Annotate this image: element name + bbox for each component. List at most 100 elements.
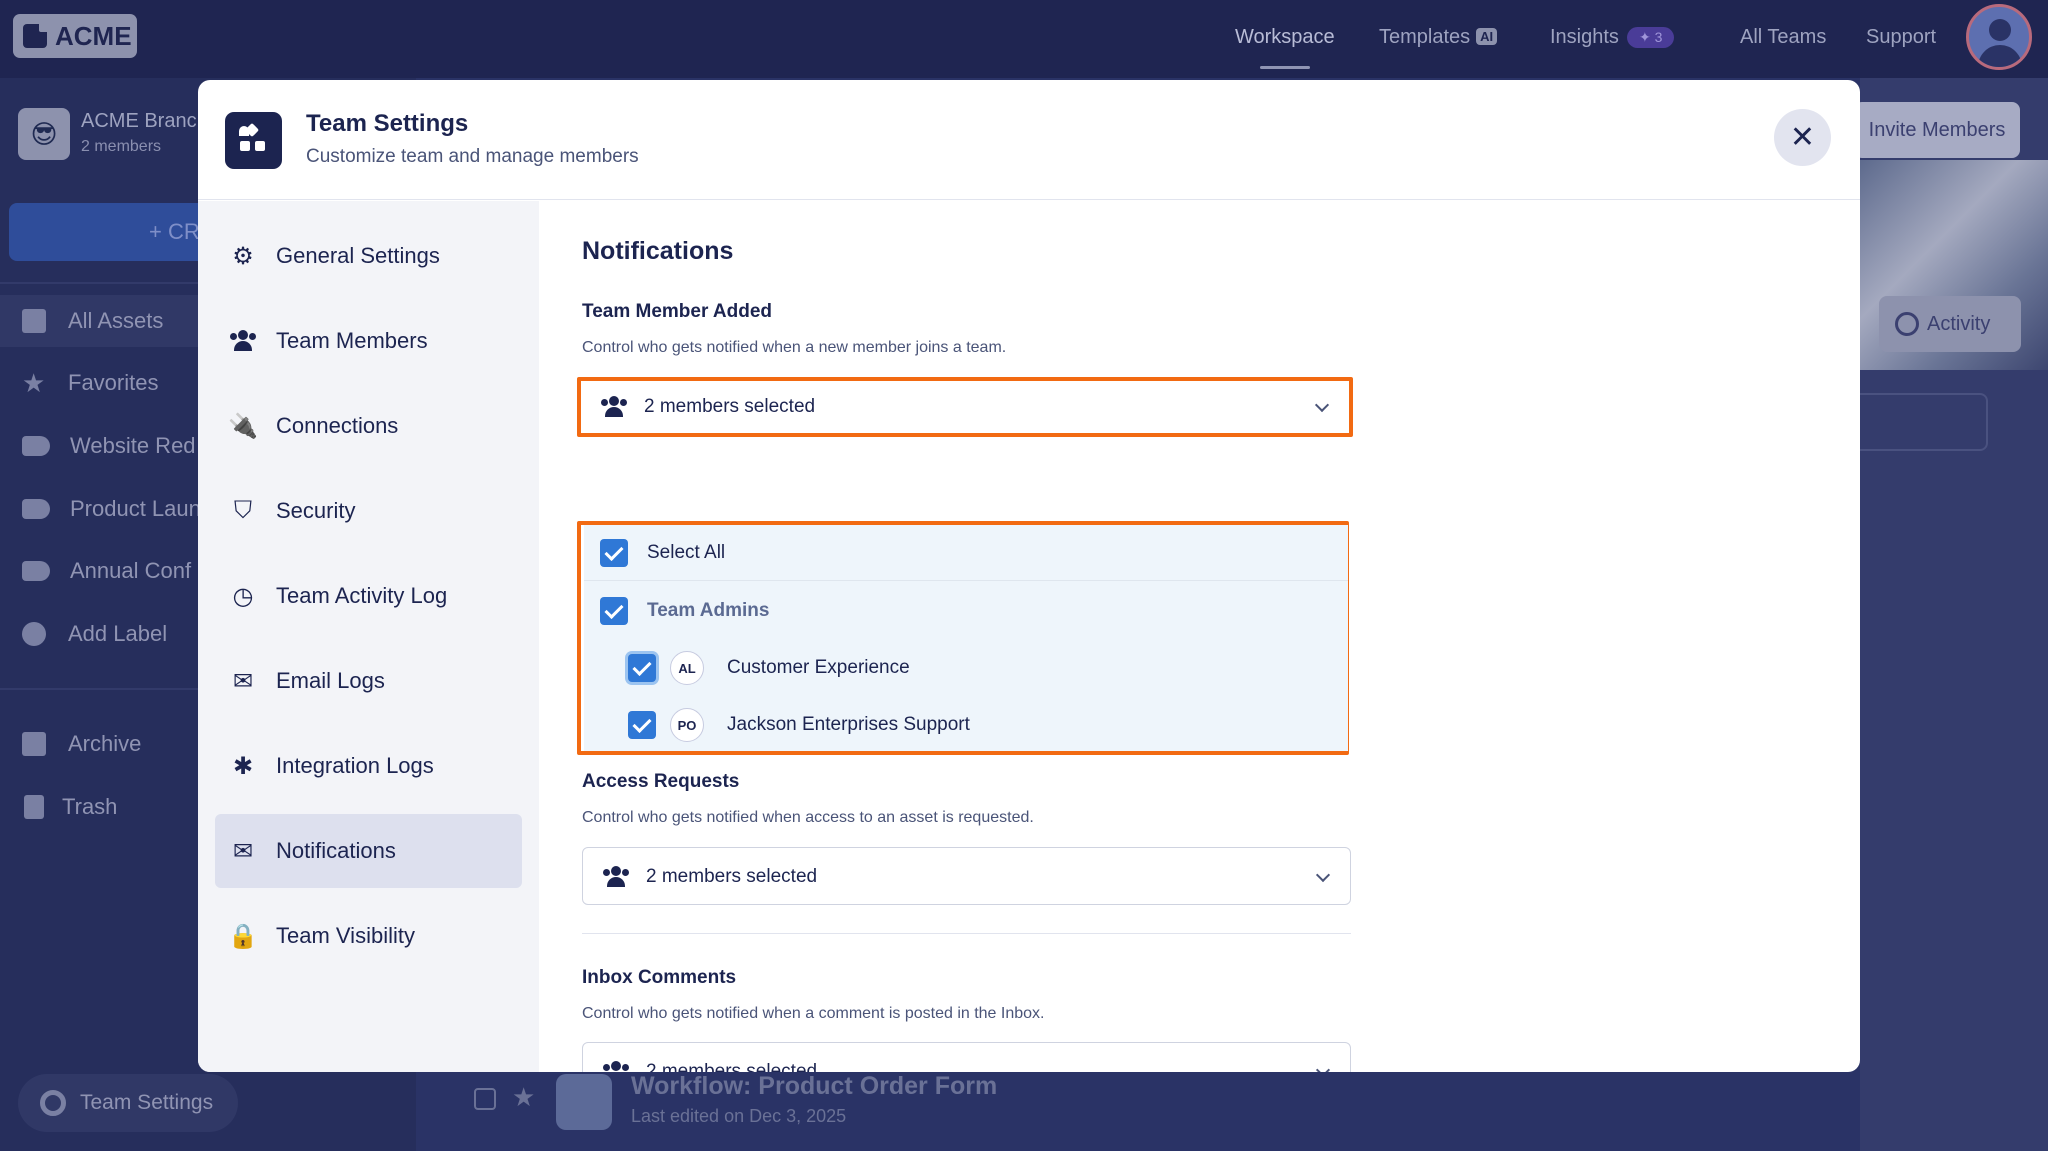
branch-name: ACME Branc xyxy=(81,110,197,132)
nav-insights[interactable]: Insights ✦ 3 xyxy=(1550,26,1675,49)
section-divider xyxy=(582,933,1351,934)
nav-connections[interactable]: 🔌 Connections xyxy=(215,389,522,463)
section-description: Control who gets notified when a comment… xyxy=(582,1005,1045,1022)
plus-circle-icon xyxy=(22,622,46,646)
member-added-select[interactable]: 2 members selected xyxy=(581,381,1349,433)
nav-team-members[interactable]: Team Members xyxy=(215,304,522,378)
nav-templates-label: Templates xyxy=(1379,26,1471,48)
grid-icon xyxy=(22,309,46,333)
avatar-head-icon xyxy=(1989,19,2011,41)
nav-support[interactable]: Support xyxy=(1866,26,1936,49)
member-name: Customer Experience xyxy=(727,657,910,678)
select-all-option[interactable]: Select All xyxy=(584,525,1348,581)
close-button[interactable]: ✕ xyxy=(1774,109,1831,166)
team-admins-option[interactable]: Team Admins xyxy=(584,583,1348,639)
insights-badge: ✦ 3 xyxy=(1626,27,1675,48)
nav-label: Integration Logs xyxy=(276,753,434,778)
user-avatar[interactable] xyxy=(1966,4,2032,70)
top-bar: ACME Workspace Templates AI Insights ✦ 3 A… xyxy=(0,0,2048,78)
modal-subtitle: Customize team and manage members xyxy=(306,146,639,167)
nav-label: Notifications xyxy=(276,838,396,863)
select-all-checkbox[interactable] xyxy=(600,539,628,567)
nav-label: Connections xyxy=(276,413,399,438)
sidebar-item-label: Product Laun xyxy=(70,496,201,521)
sidebar-item-label: Website Red xyxy=(70,433,196,458)
avatar-body-icon xyxy=(1978,45,2022,67)
nav-security[interactable]: ⛉ Security xyxy=(215,474,522,548)
users-icon xyxy=(603,866,629,888)
select-value: 2 members selected xyxy=(646,1061,818,1072)
nav-insights-label: Insights xyxy=(1550,26,1619,48)
access-requests-select[interactable]: 2 members selected xyxy=(582,847,1351,905)
close-icon: ✕ xyxy=(1789,121,1816,154)
users-icon xyxy=(601,396,627,418)
sidebar-item-label: Annual Conf xyxy=(70,558,192,583)
users-icon xyxy=(230,328,256,354)
nav-workspace[interactable]: Workspace xyxy=(1235,26,1335,49)
star-icon: ★ xyxy=(22,368,46,398)
nav-team-visibility[interactable]: 🔒 Team Visibility xyxy=(215,899,522,973)
section-description: Control who gets notified when access to… xyxy=(582,809,1034,826)
puzzle-icon: ✱ xyxy=(232,752,254,780)
member-name: Jackson Enterprises Support xyxy=(727,714,970,735)
inbox-comments-select[interactable]: 2 members selected xyxy=(582,1042,1351,1072)
archive-icon xyxy=(22,732,46,756)
section-title: Access Requests xyxy=(582,771,740,792)
member-checkbox[interactable] xyxy=(628,654,656,682)
invite-members-button[interactable]: Invite Members xyxy=(1854,102,2020,158)
team-settings-modal: Team Settings Customize team and manage … xyxy=(198,80,1860,1072)
member-option[interactable]: AL Customer Experience xyxy=(584,640,1348,696)
nav-team-activity-log[interactable]: ◷ Team Activity Log xyxy=(215,559,522,633)
nav-label: Team Visibility xyxy=(276,923,415,948)
member-checkbox[interactable] xyxy=(628,711,656,739)
background-search-field[interactable] xyxy=(1860,393,1988,451)
branch-avatar[interactable]: 😎 xyxy=(18,108,70,160)
nav-all-teams[interactable]: All Teams xyxy=(1740,26,1826,49)
select-value: 2 members selected xyxy=(646,866,818,887)
label-tag-icon xyxy=(22,561,50,581)
nav-active-indicator xyxy=(1260,66,1310,69)
group-label: Team Admins xyxy=(647,600,770,621)
workflow-icon xyxy=(556,1074,612,1130)
users-icon xyxy=(603,1061,629,1072)
member-dropdown: Select All Team Admins AL Customer Exper… xyxy=(584,525,1348,751)
nav-label: Team Members xyxy=(276,328,428,353)
activity-button[interactable]: Activity xyxy=(1879,296,2021,352)
modal-header: Team Settings Customize team and manage … xyxy=(198,80,1860,200)
asset-title[interactable]: Workflow: Product Order Form xyxy=(631,1072,997,1101)
acme-logo[interactable]: ACME xyxy=(13,14,137,58)
branch-members: 2 members xyxy=(81,138,162,155)
nav-label: General Settings xyxy=(276,243,440,268)
team-admins-checkbox[interactable] xyxy=(600,597,628,625)
member-initials: PO xyxy=(670,708,704,742)
team-settings-button[interactable]: Team Settings xyxy=(18,1074,238,1132)
gear-icon: ⚙ xyxy=(232,242,254,270)
chevron-down-icon xyxy=(1315,1062,1331,1072)
member-option[interactable]: PO Jackson Enterprises Support xyxy=(584,697,1348,753)
settings-nav: ⚙ General Settings Team Members 🔌 Connecti… xyxy=(198,201,539,1072)
logo-text: ACME xyxy=(55,20,132,51)
envelope-icon: ✉ xyxy=(232,667,254,695)
nav-templates[interactable]: Templates AI xyxy=(1379,26,1498,49)
logo-mark-icon xyxy=(23,20,51,48)
panel-heading: Notifications xyxy=(582,237,734,265)
gear-icon xyxy=(40,1090,66,1116)
section-description: Control who gets notified when a new mem… xyxy=(582,339,1007,356)
plug-icon: 🔌 xyxy=(228,412,258,440)
star-icon[interactable]: ★ xyxy=(512,1082,535,1113)
team-settings-icon xyxy=(225,112,282,169)
clock-icon xyxy=(1895,312,1919,336)
nav-email-logs[interactable]: ✉ Email Logs xyxy=(215,644,522,718)
sidebar-item-label: Favorites xyxy=(68,370,159,395)
row-checkbox[interactable] xyxy=(474,1088,496,1110)
nav-label: Security xyxy=(276,498,356,523)
nav-general-settings[interactable]: ⚙ General Settings xyxy=(215,219,522,293)
notifications-panel: Notifications Team Member Added Control … xyxy=(539,201,1860,1072)
mail-notification-icon: ✉ xyxy=(232,837,254,865)
sidebar-item-label: All Assets xyxy=(68,308,164,333)
history-icon: ◷ xyxy=(232,582,254,610)
modal-title: Team Settings xyxy=(306,110,469,137)
nav-integration-logs[interactable]: ✱ Integration Logs xyxy=(215,729,522,803)
nav-notifications[interactable]: ✉ Notifications xyxy=(215,814,522,888)
member-initials: AL xyxy=(670,651,704,685)
